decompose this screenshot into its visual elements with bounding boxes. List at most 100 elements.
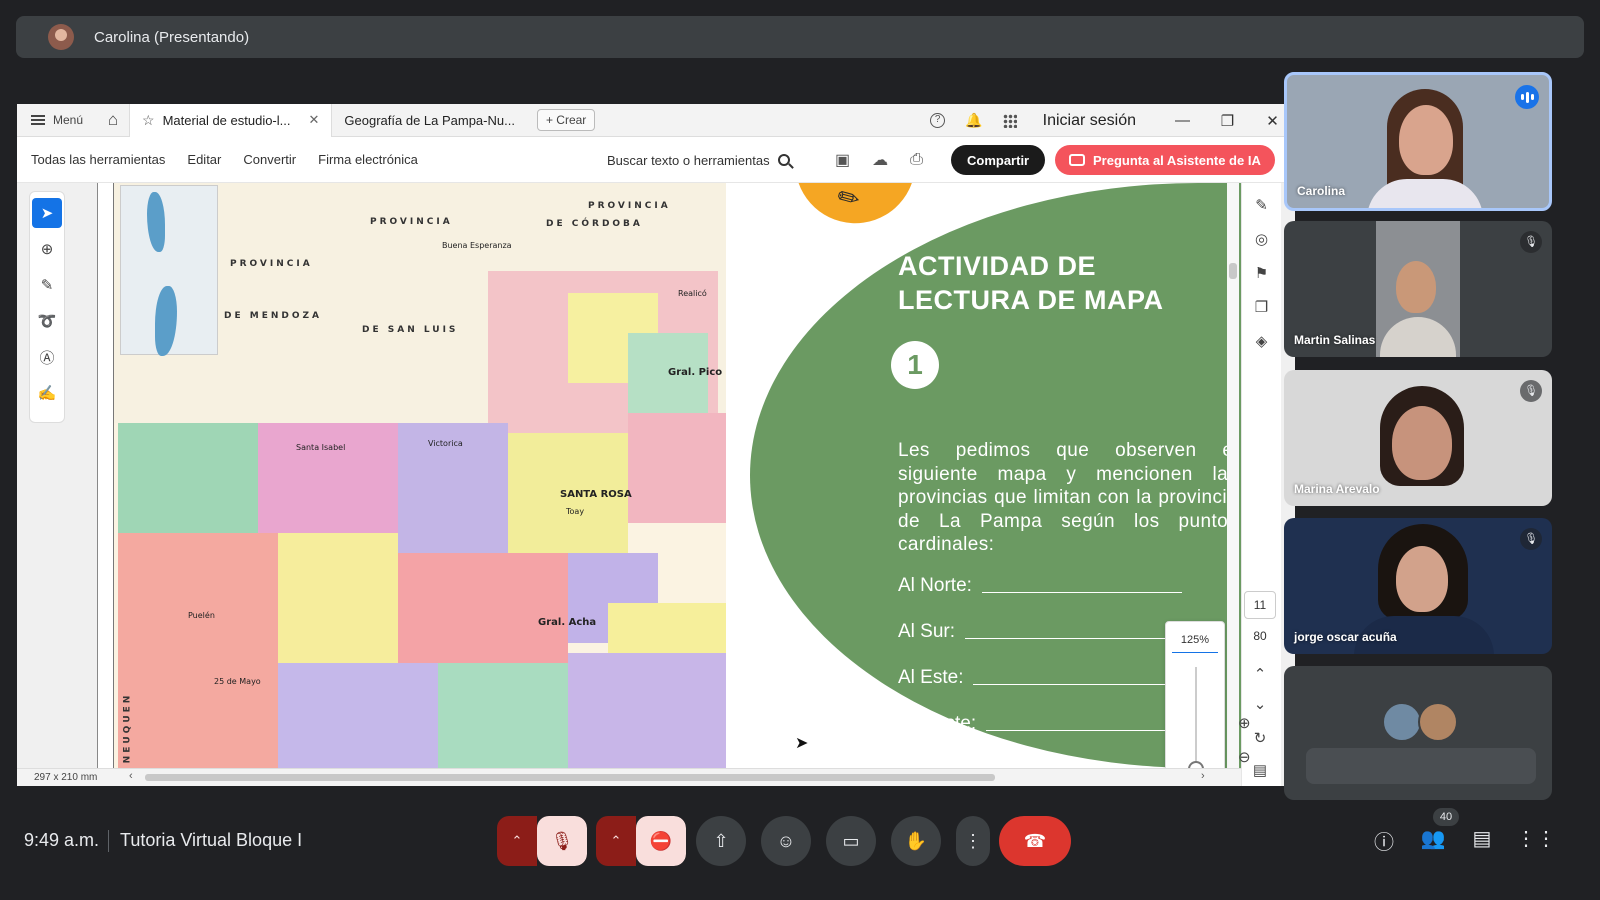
participant-tile-martin[interactable]: 🎙 Martin Salinas xyxy=(1284,221,1552,357)
meeting-time: 9:49 a.m. xyxy=(24,830,100,850)
comments-icon[interactable]: ◎ xyxy=(1250,227,1274,251)
avatar xyxy=(1418,702,1458,742)
participant-name: Carolina xyxy=(1297,184,1346,198)
zoom-out-icon[interactable]: ⊖ xyxy=(1238,748,1251,766)
horizontal-scroll-thumb[interactable] xyxy=(145,774,995,781)
menu-button[interactable]: Menú xyxy=(17,113,97,127)
rotate-icon[interactable]: ↻ xyxy=(1249,729,1271,747)
browser-tabbar: Menú ⌂ ☆ Material de estudio-l... ✕ Geog… xyxy=(17,104,1295,137)
present-screen-button[interactable]: ⇧ xyxy=(696,816,746,866)
text-select-tool-icon[interactable]: Ⓐ xyxy=(32,342,62,372)
city-buena-esperanza: Buena Esperanza xyxy=(442,241,512,250)
star-icon[interactable]: ☆ xyxy=(142,112,155,129)
share-button[interactable]: Compartir xyxy=(951,145,1046,175)
menu-all-tools[interactable]: Todas las herramientas xyxy=(31,152,165,167)
chat-icon[interactable]: ▤ xyxy=(1467,826,1497,851)
tab-label: Geografía de La Pampa-Nu... xyxy=(344,112,515,128)
leave-call-button[interactable]: ☎ xyxy=(999,816,1071,866)
chevron-up-icon[interactable]: ⌃ xyxy=(1249,665,1271,683)
pen-tool-icon[interactable]: ✎ xyxy=(32,270,62,300)
meeting-info-icon[interactable]: ⓘ xyxy=(1369,826,1399,855)
comment-tool-icon[interactable]: ⊕ xyxy=(32,234,62,264)
more-participants-tile[interactable] xyxy=(1284,666,1552,800)
answer-north-label: Al Norte: xyxy=(898,575,972,596)
raise-hand-button[interactable]: ✋ xyxy=(891,816,941,866)
sign-tool-icon[interactable]: ✍ xyxy=(32,378,62,408)
city-santa-isabel: Santa Isabel xyxy=(296,443,346,452)
mic-off-button[interactable]: 🎙 xyxy=(537,816,587,866)
apps-grid-icon[interactable] xyxy=(1002,113,1017,128)
menu-edit[interactable]: Editar xyxy=(187,152,221,167)
menu-esign[interactable]: Firma electrónica xyxy=(318,152,418,167)
edit-pdf-icon[interactable]: ✎ xyxy=(1250,193,1274,217)
create-button[interactable]: + Crear xyxy=(536,109,596,131)
participant-name: Martin Salinas xyxy=(1294,333,1376,347)
search-tools[interactable]: Buscar texto o herramientas xyxy=(607,137,790,183)
page-fit-icon[interactable]: ▤ xyxy=(1249,761,1271,779)
signin-button[interactable]: Iniciar sesión xyxy=(1043,112,1136,130)
close-tab-icon[interactable]: ✕ xyxy=(309,112,320,128)
emoji-reaction-button[interactable]: ☺ xyxy=(761,816,811,866)
tab-geografia[interactable]: Geografía de La Pampa-Nu... xyxy=(332,104,527,137)
scroll-right-icon[interactable]: › xyxy=(1201,770,1205,782)
presenter-bar: Carolina (Presentando) xyxy=(16,16,1584,58)
inset-shape-1 xyxy=(147,192,165,252)
scroll-left-icon[interactable]: ‹ xyxy=(129,770,133,782)
mic-off-icon: 🎙 xyxy=(1520,380,1542,402)
upload-cloud-icon[interactable]: ☁ xyxy=(872,150,888,170)
inset-map xyxy=(120,185,218,356)
avatar xyxy=(1382,702,1422,742)
vertical-scrollbar[interactable] xyxy=(1227,183,1239,768)
inset-shape-2 xyxy=(155,286,177,356)
help-icon[interactable]: ? xyxy=(930,113,946,128)
participant-tile-jorge[interactable]: 🎙 jorge oscar acuña xyxy=(1284,518,1552,654)
pages-icon[interactable]: ❐ xyxy=(1250,295,1274,319)
participant-tile-marina[interactable]: 🎙 Marina Arevalo xyxy=(1284,370,1552,506)
page-number-input[interactable]: 11 xyxy=(1244,591,1276,619)
bookmark-icon[interactable]: ⚑ xyxy=(1250,261,1274,285)
ai-assistant-button[interactable]: Pregunta al Asistente de IA xyxy=(1055,145,1275,175)
camera-off-button[interactable]: ⛔ xyxy=(636,816,686,866)
zoom-popover: 125% xyxy=(1165,621,1225,786)
activities-grid-icon[interactable]: ⋮⋮ xyxy=(1516,826,1556,851)
layers-icon[interactable]: ◈ xyxy=(1250,329,1274,353)
minimize-icon[interactable]: — xyxy=(1160,112,1205,129)
camera-options-chevron-icon[interactable]: ⌃ xyxy=(596,816,636,866)
bell-icon[interactable]: 🔔 xyxy=(965,112,982,129)
zoom-level[interactable]: 125% xyxy=(1172,634,1218,653)
map-label-provincia-cordoba: PROVINCIA xyxy=(588,201,671,211)
print-icon[interactable]: ⎙ xyxy=(910,151,923,169)
status-bar: 297 x 210 mm ‹ › xyxy=(17,768,1241,786)
save-icon[interactable]: ▣ xyxy=(835,150,850,170)
zoom-in-icon[interactable]: ⊕ xyxy=(1238,714,1251,732)
map-region-coral xyxy=(118,533,278,768)
select-tool-icon[interactable]: ➤ xyxy=(32,198,62,228)
ai-assistant-label: Pregunta al Asistente de IA xyxy=(1093,152,1261,168)
speaking-indicator-icon xyxy=(1515,85,1539,109)
more-participants-bar xyxy=(1306,748,1536,784)
search-icon[interactable] xyxy=(777,154,790,166)
lasso-tool-icon[interactable]: ➰ xyxy=(32,306,62,336)
tab-material-estudio[interactable]: ☆ Material de estudio-l... ✕ xyxy=(129,104,333,137)
participant-tile-carolina[interactable]: Carolina xyxy=(1284,72,1552,211)
people-count-badge: 40 xyxy=(1433,808,1459,826)
captions-button[interactable]: ▭ xyxy=(826,816,876,866)
more-options-button[interactable]: ⋮ xyxy=(956,816,990,866)
map-label-de-san-luis: DE SAN LUIS xyxy=(362,325,459,335)
menu-convert[interactable]: Convertir xyxy=(243,152,296,167)
page-size: 297 x 210 mm xyxy=(34,772,98,783)
chevron-down-icon[interactable]: ⌄ xyxy=(1249,695,1271,713)
home-icon[interactable]: ⌂ xyxy=(97,110,129,130)
shared-screen: Menú ⌂ ☆ Material de estudio-l... ✕ Geog… xyxy=(17,104,1295,786)
restore-icon[interactable]: ❐ xyxy=(1205,112,1250,130)
participant-name: jorge oscar acuña xyxy=(1294,630,1397,644)
map-label-neuquen: NEUQUEN xyxy=(122,692,133,764)
face-shape xyxy=(1399,105,1453,175)
answer-west: Al Oeste: xyxy=(898,713,1187,735)
vertical-scroll-thumb[interactable] xyxy=(1229,263,1237,279)
mouse-cursor-icon: ➤ xyxy=(795,735,809,752)
people-icon[interactable]: 👥 xyxy=(1418,826,1448,851)
divider xyxy=(108,830,109,852)
answer-rule xyxy=(986,730,1187,731)
mic-options-chevron-icon[interactable]: ⌃ xyxy=(497,816,537,866)
